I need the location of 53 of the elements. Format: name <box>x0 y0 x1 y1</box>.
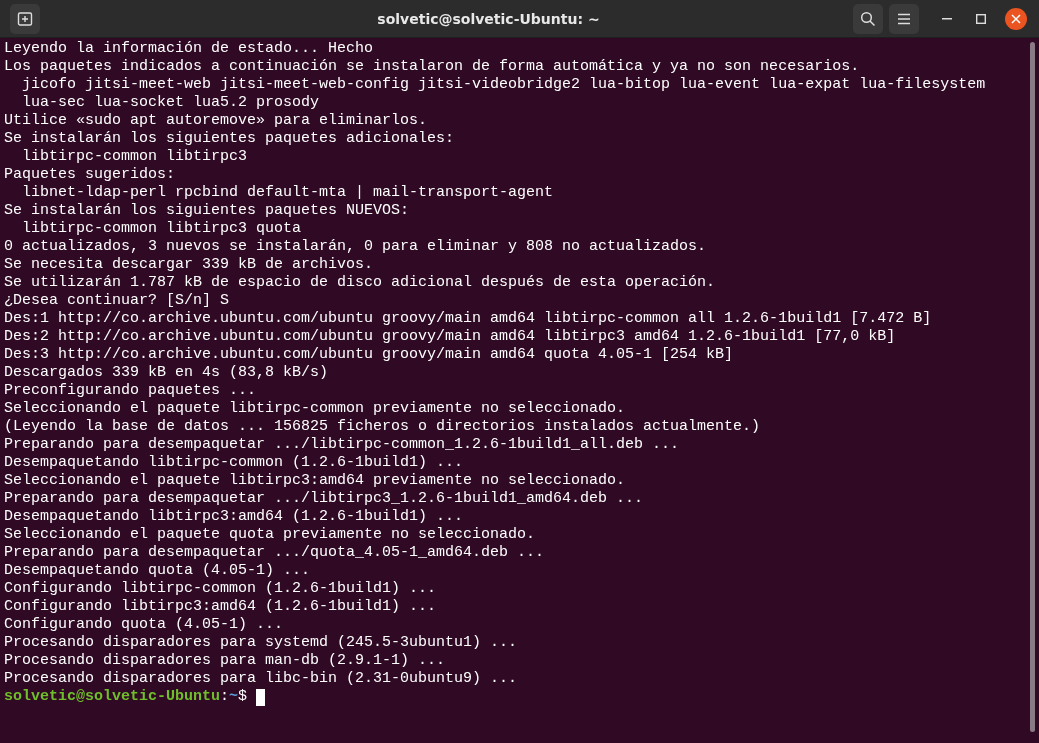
scrollbar-thumb[interactable] <box>1029 42 1035 732</box>
terminal-line: Paquetes sugeridos: <box>4 166 176 184</box>
terminal-line: Seleccionando el paquete libtirpc-common previamente no seleccionado. <box>4 400 626 418</box>
terminal-line: Configurando quota (4.05-1) ... <box>4 616 284 634</box>
terminal-line: (Leyendo la base de datos ... 156825 ficheros o directorios instalados actualmente.) <box>4 418 761 436</box>
terminal-line: Procesando disparadores para man-db (2.9.1-1) ... <box>4 652 446 670</box>
maximize-icon <box>976 13 986 24</box>
terminal-line: jicofo jitsi-meet-web jitsi-meet-web-config jitsi-videobridge2 lua-bitop lua-event lua-expat lua-filesystem <box>21 76 986 94</box>
terminal-line: 0 actualizados, 3 nuevos se instalarán, 0 para eliminar y 808 no actualizados. <box>4 238 707 256</box>
terminal-line: Desempaquetando quota (4.05-1) ... <box>4 562 311 580</box>
terminal-line: libtirpc-common libtirpc3 <box>21 148 248 166</box>
terminal-line: Se instalarán los siguientes paquetes NUEVOS: <box>4 202 410 220</box>
terminal-line: Se necesita descargar 339 kB de archivos. <box>4 256 374 274</box>
search-button[interactable] <box>853 3 883 34</box>
terminal-line: Procesando disparadores para libc-bin (2.31-0ubuntu9) ... <box>4 670 518 688</box>
menu-button[interactable] <box>889 3 919 34</box>
terminal-line: Utilice «sudo apt autoremove» para eliminarlos. <box>4 112 428 130</box>
terminal-line: Leyendo la información de estado... Hecho <box>4 40 374 58</box>
new-tab-button[interactable] <box>10 3 40 34</box>
terminal-line: Desempaquetando libtirpc-common (1.2.6-1build1) ... <box>4 454 464 472</box>
terminal-line: lua-sec lua-socket lua5.2 prosody <box>21 94 320 112</box>
prompt-separator: : <box>220 688 230 706</box>
new-tab-icon <box>17 10 33 27</box>
terminal-line: Desempaquetando libtirpc3:amd64 (1.2.6-1build1) ... <box>4 508 464 526</box>
minimize-icon <box>942 17 952 20</box>
terminal-line: Preparando para desempaquetar .../libtirpc-common_1.2.6-1build1_all.deb ... <box>4 436 680 454</box>
terminal-line: Des:2 http://co.archive.ubuntu.com/ubuntu groovy/main amd64 libtirpc3 amd64 1.2.6-1build1 [77,0 kB] <box>4 328 896 346</box>
terminal-line: libnet-ldap-perl rpcbind default-mta | mail-transport-agent <box>21 184 554 202</box>
prompt-path: ~ <box>229 688 239 706</box>
terminal-line: Seleccionando el paquete quota previamente no seleccionado. <box>4 526 536 544</box>
terminal-line: Seleccionando el paquete libtirpc3:amd64 previamente no seleccionado. <box>4 472 626 490</box>
terminal-line: Des:3 http://co.archive.ubuntu.com/ubuntu groovy/main amd64 quota 4.05-1 [254 kB] <box>4 346 734 364</box>
prompt-symbol: $ <box>238 688 248 706</box>
terminal-line: Configurando libtirpc3:amd64 (1.2.6-1build1) ... <box>4 598 437 616</box>
terminal-line: Los paquetes indicados a continuación se instalaron de forma automática y ya no son necesarios. <box>4 58 860 76</box>
text-cursor <box>256 688 266 706</box>
terminal-line: Se utilizarán 1.787 kB de espacio de disco adicional después de esta operación. <box>4 274 716 292</box>
terminal-line: Configurando libtirpc-common (1.2.6-1build1) ... <box>4 580 437 598</box>
close-button[interactable] <box>1005 7 1027 30</box>
prompt-user-host: solvetic@solvetic-Ubuntu <box>4 688 221 706</box>
close-icon <box>1011 13 1021 24</box>
terminal-line: Descargados 339 kB en 4s (83,8 kB/s) <box>4 364 329 382</box>
terminal-line: Preparando para desempaquetar .../quota_4.05-1_amd64.deb ... <box>4 544 545 562</box>
window-title: solvetic@solvetic-Ubuntu: ~ <box>376 10 601 27</box>
menu-icon <box>897 12 911 25</box>
terminal-line: ¿Desea continuar? [S/n] S <box>4 292 230 310</box>
terminal-line: Procesando disparadores para systemd (245.5-3ubuntu1) ... <box>4 634 518 652</box>
search-icon <box>860 10 876 27</box>
terminal-line: Se instalarán los siguientes paquetes adicionales: <box>4 130 455 148</box>
terminal-line: Preparando para desempaquetar .../libtirpc3_1.2.6-1build1_amd64.deb ... <box>4 490 644 508</box>
terminal-line: libtirpc-common libtirpc3 quota <box>21 220 302 238</box>
terminal-line: Des:1 http://co.archive.ubuntu.com/ubuntu groovy/main amd64 libtirpc-common all 1.2.6-1build1 [7.472 B] <box>4 310 932 328</box>
terminal-line: Preconfigurando paquetes ... <box>4 382 257 400</box>
